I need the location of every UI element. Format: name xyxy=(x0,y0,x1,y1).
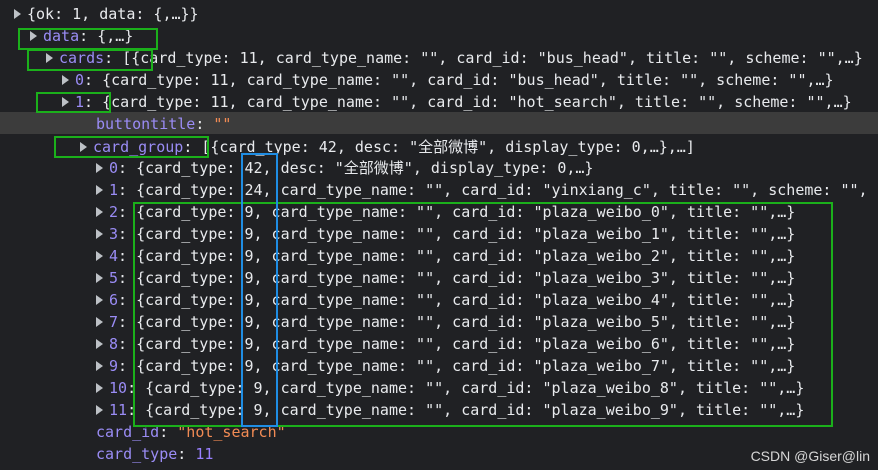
tree-row-card-group[interactable]: card_group: [{card_type: 42, desc: "全部微博… xyxy=(80,136,695,158)
card-group-item-value: {card_type: 9, card_type_name: "", card_… xyxy=(136,291,796,309)
buttontitle-key: buttontitle xyxy=(96,115,196,133)
card-group-item-key: 8 xyxy=(109,335,119,353)
card-id-key: card_id xyxy=(96,423,160,441)
data-value: {,…} xyxy=(97,27,134,45)
card-group-key: card_group xyxy=(93,138,184,156)
expand-triangle-icon[interactable] xyxy=(96,272,103,283)
card-group-item-key: 3 xyxy=(109,225,119,243)
tree-row-buttontitle[interactable]: buttontitle: "" xyxy=(96,113,231,135)
tree-row-cards[interactable]: cards: [{card_type: 11, card_type_name: … xyxy=(46,47,863,69)
card-group-item[interactable]: 8: {card_type: 9, card_type_name: "", ca… xyxy=(96,333,795,355)
expand-triangle-icon[interactable] xyxy=(14,8,21,19)
card-group-item-value: {card_type: 9, card_type_name: "", card_… xyxy=(136,357,796,375)
tree-row-root[interactable]: {ok: 1, data: {,…}} xyxy=(14,3,199,25)
card-group-item[interactable]: 0: {card_type: 42, desc: "全部微博", display… xyxy=(96,157,593,179)
card-group-item[interactable]: 9: {card_type: 9, card_type_name: "", ca… xyxy=(96,355,795,377)
card-type-value: 11 xyxy=(195,445,214,463)
card-1-key: 1 xyxy=(75,93,85,111)
expand-triangle-icon[interactable] xyxy=(96,206,103,217)
tree-row-card-0[interactable]: 0: {card_type: 11, card_type_name: "", c… xyxy=(62,69,834,91)
expand-triangle-icon[interactable] xyxy=(62,74,69,85)
card-group-item-key: 0 xyxy=(109,159,119,177)
card-group-item-key: 11 xyxy=(109,401,128,419)
expand-triangle-icon[interactable] xyxy=(96,228,103,239)
tree-row-card-id[interactable]: card_id: "hot_search" xyxy=(96,421,286,443)
expand-triangle-icon[interactable] xyxy=(46,52,53,63)
tree-row-card-type[interactable]: card_type: 11 xyxy=(96,443,213,465)
card-group-item-value: {card_type: 9, card_type_name: "", card_… xyxy=(136,313,796,331)
root-value: {ok: 1, data: {,…}} xyxy=(27,5,199,23)
expand-triangle-icon[interactable] xyxy=(80,141,87,152)
card-0-key: 0 xyxy=(75,71,85,89)
card-group-item[interactable]: 11: {card_type: 9, card_type_name: "", c… xyxy=(96,399,804,421)
card-group-item[interactable]: 4: {card_type: 9, card_type_name: "", ca… xyxy=(96,245,795,267)
card-group-item-value: {card_type: 9, card_type_name: "", card_… xyxy=(136,225,796,243)
cards-key: cards xyxy=(59,49,105,67)
card-group-item-key: 9 xyxy=(109,357,119,375)
card-group-item[interactable]: 7: {card_type: 9, card_type_name: "", ca… xyxy=(96,311,795,333)
card-group-item-key: 2 xyxy=(109,203,119,221)
card-group-item[interactable]: 2: {card_type: 9, card_type_name: "", ca… xyxy=(96,201,795,223)
tree-row-card-1[interactable]: 1: {card_type: 11, card_type_name: "", c… xyxy=(62,91,852,113)
card-group-item[interactable]: 10: {card_type: 9, card_type_name: "", c… xyxy=(96,377,804,399)
buttontitle-value: "" xyxy=(213,115,232,133)
card-group-item-value: {card_type: 24, card_type_name: "", card… xyxy=(136,181,868,199)
card-group-item-value: {card_type: 9, card_type_name: "", card_… xyxy=(136,203,796,221)
card-1-value: {card_type: 11, card_type_name: "", card… xyxy=(102,93,852,111)
card-group-item-value: {card_type: 9, card_type_name: "", card_… xyxy=(145,379,805,397)
data-key: data xyxy=(43,27,80,45)
card-group-item-key: 5 xyxy=(109,269,119,287)
card-group-item-value: {card_type: 9, card_type_name: "", card_… xyxy=(136,335,796,353)
expand-triangle-icon[interactable] xyxy=(96,404,103,415)
card-group-item[interactable]: 5: {card_type: 9, card_type_name: "", ca… xyxy=(96,267,795,289)
card-group-item-key: 7 xyxy=(109,313,119,331)
card-0-value: {card_type: 11, card_type_name: "", card… xyxy=(102,71,834,89)
card-group-item-value: {card_type: 9, card_type_name: "", card_… xyxy=(136,269,796,287)
expand-triangle-icon[interactable] xyxy=(96,250,103,261)
expand-triangle-icon[interactable] xyxy=(96,316,103,327)
card-group-item-value: {card_type: 9, card_type_name: "", card_… xyxy=(136,247,796,265)
watermark: CSDN @Giser@lin xyxy=(750,448,870,464)
tree-row-data[interactable]: data: {,…} xyxy=(30,25,133,47)
card-group-item[interactable]: 6: {card_type: 9, card_type_name: "", ca… xyxy=(96,289,795,311)
expand-triangle-icon[interactable] xyxy=(96,360,103,371)
expand-triangle-icon[interactable] xyxy=(96,382,103,393)
expand-triangle-icon[interactable] xyxy=(96,162,103,173)
expand-triangle-icon[interactable] xyxy=(96,294,103,305)
expand-triangle-icon[interactable] xyxy=(30,30,37,41)
card-group-item-key: 4 xyxy=(109,247,119,265)
card-group-item-value: {card_type: 42, desc: "全部微博", display_ty… xyxy=(136,159,594,177)
card-group-item-value: {card_type: 9, card_type_name: "", card_… xyxy=(145,401,805,419)
card-id-value: "hot_search" xyxy=(177,423,286,441)
card-group-item[interactable]: 1: {card_type: 24, card_type_name: "", c… xyxy=(96,179,868,201)
cards-value: [{card_type: 11, card_type_name: "", car… xyxy=(122,49,863,67)
expand-triangle-icon[interactable] xyxy=(62,96,69,107)
card-type-key: card_type xyxy=(96,445,178,463)
card-group-item-key: 6 xyxy=(109,291,119,309)
card-group-item-key: 1 xyxy=(109,181,119,199)
card-group-item[interactable]: 3: {card_type: 9, card_type_name: "", ca… xyxy=(96,223,795,245)
card-group-item-key: 10 xyxy=(109,379,128,397)
card-group-value: [{card_type: 42, desc: "全部微博", display_t… xyxy=(201,138,695,156)
expand-triangle-icon[interactable] xyxy=(96,184,103,195)
expand-triangle-icon[interactable] xyxy=(96,338,103,349)
